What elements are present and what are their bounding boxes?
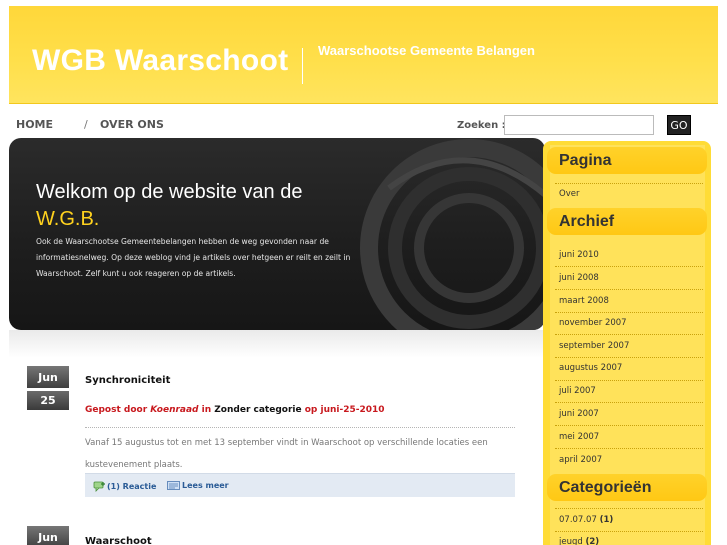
archive-link[interactable]: maart 2008 (559, 296, 704, 306)
archive-link[interactable]: april 2007 (559, 455, 704, 465)
sidebar-link-over[interactable]: Over (559, 189, 704, 199)
sidebar-divider (555, 448, 703, 449)
welcome-heading-accent: W.G.B. (36, 208, 100, 230)
post-category-link[interactable]: Zonder categorie (214, 405, 301, 415)
sidebar-divider (555, 380, 703, 381)
site-tagline: Waarschootse Gemeente Belangen (318, 43, 535, 58)
comments-link[interactable]: (1) Reactie (93, 481, 156, 492)
title-divider (302, 48, 303, 84)
post-meta-on: op (301, 405, 321, 415)
post-title[interactable]: Synchroniciteit (85, 375, 170, 386)
search-input[interactable] (504, 115, 654, 135)
post-date-day: 25 (27, 391, 69, 410)
welcome-banner: Welkom op de website van de W.G.B. Ook d… (9, 138, 545, 330)
sidebar-divider (555, 334, 703, 335)
site-header: WGB Waarschoot Waarschootse Gemeente Bel… (9, 6, 718, 104)
archive-link[interactable]: juli 2007 (559, 386, 704, 396)
post-meta: Gepost door Koenraad in Zonder categorie… (85, 405, 385, 415)
post-date-month: Jun (27, 366, 69, 388)
archive-link[interactable]: mei 2007 (559, 432, 704, 442)
banner-shadow (9, 330, 545, 358)
category-link[interactable]: 07.07.07 (1) (559, 515, 704, 525)
category-name: jeugd (559, 537, 583, 545)
archive-link[interactable]: juni 2007 (559, 409, 704, 419)
category-count: (1) (599, 515, 614, 525)
post-divider (85, 427, 515, 428)
sidebar-divider (555, 508, 703, 509)
post-excerpt: Vanaf 15 augustus tot en met 13 septembe… (85, 438, 488, 470)
post-date-badge: Jun 25 (27, 366, 69, 410)
nav-separator: / (84, 118, 88, 131)
category-name: 07.07.07 (559, 515, 597, 525)
category-link[interactable]: jeugd (2) (559, 537, 704, 545)
archive-link[interactable]: juni 2010 (559, 250, 704, 260)
search-label: Zoeken : (457, 120, 506, 131)
sidebar-divider (555, 531, 703, 532)
comments-label: (1) Reactie (107, 482, 157, 491)
sidebar-divider (555, 357, 703, 358)
post-footer: (1) Reactie Lees meer (85, 473, 515, 497)
main-nav: HOME / OVER ONS Zoeken : GO (9, 104, 718, 138)
sidebar-heading-pagina: Pagina (547, 147, 707, 174)
sidebar-divider (555, 289, 703, 290)
post-title[interactable]: Waarschoot (85, 536, 152, 545)
archive-link[interactable]: november 2007 (559, 318, 704, 328)
nav-over-ons-link[interactable]: OVER ONS (100, 118, 164, 131)
sidebar-heading-archief: Archief (547, 208, 707, 235)
category-count: (2) (585, 537, 600, 545)
sidebar-divider (555, 183, 703, 184)
nav-home-link[interactable]: HOME (16, 118, 53, 131)
read-more-label: Lees meer (182, 481, 229, 490)
welcome-heading: Welkom op de website van de (36, 181, 303, 203)
post-meta-in: in (198, 405, 215, 415)
read-more-link[interactable]: Lees meer (167, 481, 229, 490)
sidebar-heading-categorieen: Categorieën (547, 474, 707, 501)
comment-add-icon (93, 481, 105, 492)
post-date-text: juni-25-2010 (320, 405, 385, 415)
post-date-month: Jun (27, 526, 69, 545)
archive-link[interactable]: juni 2008 (559, 273, 704, 283)
welcome-text: Ook de Waarschootse Gemeentebelangen heb… (36, 237, 351, 278)
sidebar-divider (555, 266, 703, 267)
post-author-link[interactable]: Koenraad (150, 405, 198, 415)
archive-link[interactable]: september 2007 (559, 341, 704, 351)
search-go-button[interactable]: GO (667, 115, 691, 135)
document-icon (167, 481, 180, 490)
sidebar-divider (555, 425, 703, 426)
sidebar-divider (555, 402, 703, 403)
swirl-decoration-icon (360, 139, 545, 330)
post-date-badge: Jun (27, 526, 69, 545)
post-meta-prefix: Gepost door (85, 405, 151, 415)
site-title[interactable]: WGB Waarschoot (32, 44, 288, 78)
archive-link[interactable]: augustus 2007 (559, 363, 704, 373)
sidebar-divider (555, 312, 703, 313)
